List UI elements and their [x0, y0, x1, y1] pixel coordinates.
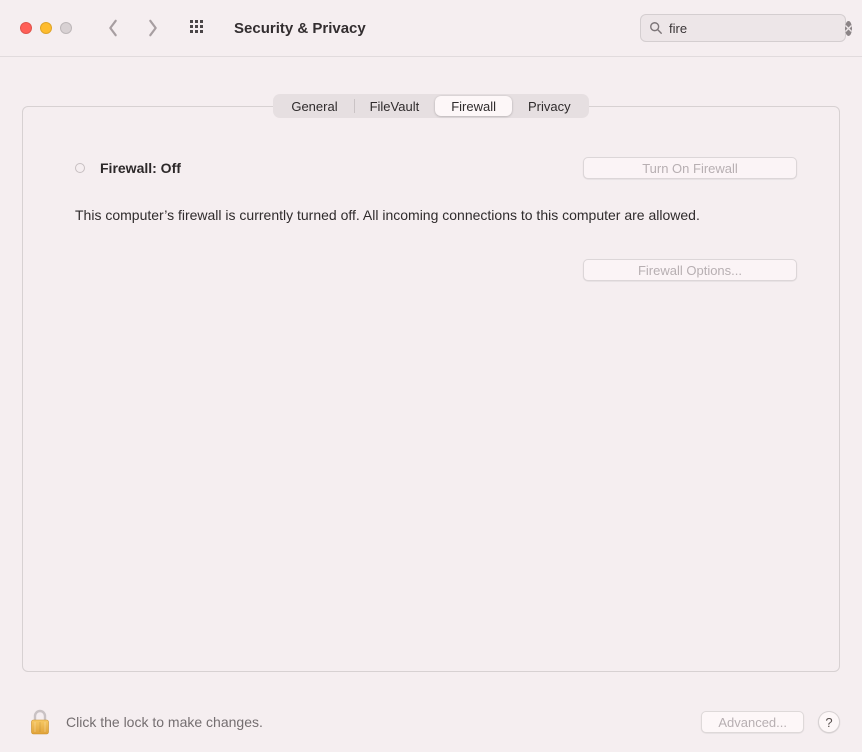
tab-label: Firewall [451, 99, 496, 114]
search-icon [649, 21, 663, 35]
lock-hint-text: Click the lock to make changes. [66, 714, 263, 730]
firewall-description: This computer’s firewall is currently tu… [75, 205, 715, 225]
firewall-panel: Firewall: Off Turn On Firewall This comp… [22, 106, 840, 672]
search-input[interactable] [669, 21, 845, 36]
window-close-button[interactable] [20, 22, 32, 34]
tab-filevault[interactable]: FileVault [354, 96, 436, 116]
help-button[interactable]: ? [818, 711, 840, 733]
lock-icon[interactable] [28, 708, 52, 736]
advanced-button[interactable]: Advanced... [701, 711, 804, 733]
window-zoom-button[interactable] [60, 22, 72, 34]
content-area: Firewall: Off Turn On Firewall This comp… [0, 106, 862, 672]
button-label: Advanced... [718, 715, 787, 730]
tab-bar: General FileVault Firewall Privacy [0, 57, 862, 118]
button-label: Turn On Firewall [642, 161, 738, 176]
turn-on-firewall-button[interactable]: Turn On Firewall [583, 157, 797, 179]
clear-search-icon[interactable] [845, 21, 852, 36]
firewall-status-label: Firewall: Off [100, 160, 181, 176]
tab-privacy[interactable]: Privacy [512, 96, 587, 116]
help-icon: ? [825, 715, 832, 730]
forward-button[interactable] [146, 19, 160, 37]
title-bar: Security & Privacy [0, 0, 862, 57]
tab-group: General FileVault Firewall Privacy [273, 94, 588, 118]
footer: Click the lock to make changes. Advanced… [0, 692, 862, 752]
window-minimize-button[interactable] [40, 22, 52, 34]
search-field[interactable] [640, 14, 846, 42]
button-label: Firewall Options... [638, 263, 742, 278]
firewall-options-button[interactable]: Firewall Options... [583, 259, 797, 281]
tab-label: Privacy [528, 99, 571, 114]
traffic-lights [20, 22, 72, 34]
firewall-status-row: Firewall: Off Turn On Firewall [75, 157, 797, 179]
tab-label: FileVault [370, 99, 420, 114]
window-title: Security & Privacy [234, 20, 366, 37]
tab-firewall[interactable]: Firewall [435, 96, 512, 116]
status-indicator-icon [75, 163, 85, 173]
show-all-icon[interactable] [190, 20, 206, 36]
tab-label: General [291, 99, 337, 114]
back-button[interactable] [106, 19, 120, 37]
nav-arrows [106, 19, 160, 37]
tab-general[interactable]: General [275, 96, 353, 116]
